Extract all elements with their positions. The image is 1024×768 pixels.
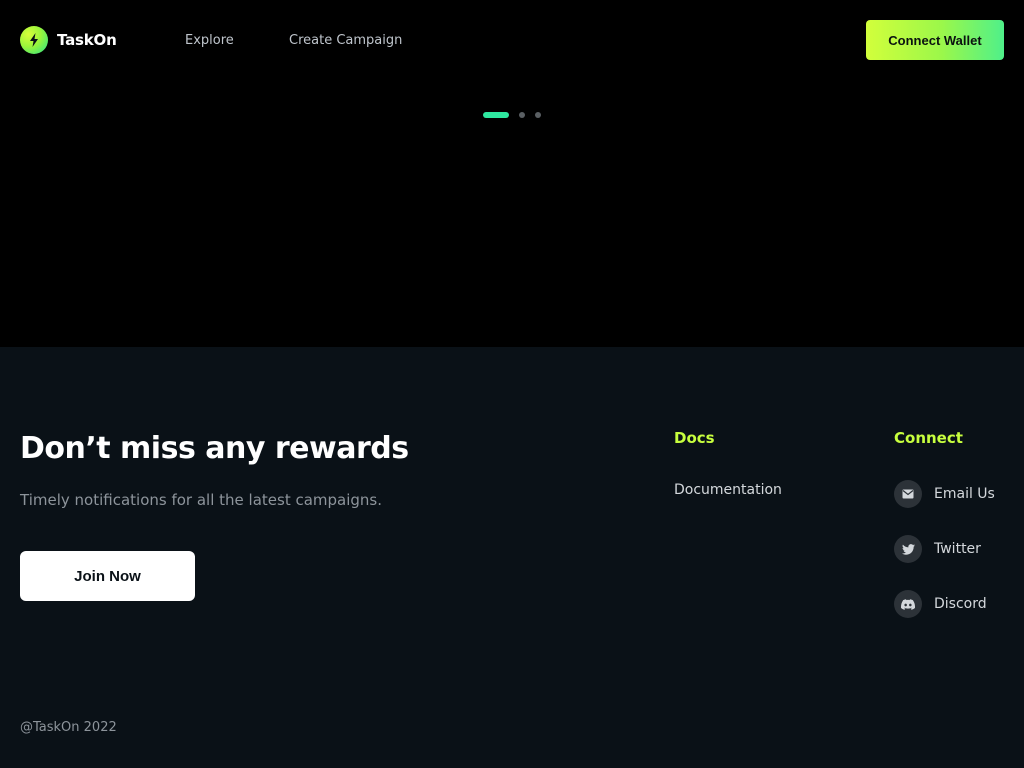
- logo[interactable]: TaskOn: [20, 26, 117, 54]
- footer: Don’t miss any rewards Timely notificati…: [0, 347, 1024, 768]
- twitter-link[interactable]: Twitter: [894, 535, 981, 563]
- email-us-label: Email Us: [934, 486, 995, 502]
- carousel-dot-1[interactable]: [483, 112, 509, 118]
- nav-explore[interactable]: Explore: [185, 33, 234, 48]
- documentation-link[interactable]: Documentation: [674, 482, 782, 498]
- carousel-indicator: [483, 112, 541, 118]
- join-now-button[interactable]: Join Now: [20, 551, 195, 601]
- connect-heading: Connect: [894, 429, 963, 447]
- discord-link[interactable]: Discord: [894, 590, 987, 618]
- carousel-dot-3[interactable]: [535, 112, 541, 118]
- twitter-label: Twitter: [934, 541, 981, 557]
- footer-subtext: Timely notifications for all the latest …: [20, 491, 383, 509]
- top-nav: TaskOn Explore Create Campaign Connect W…: [0, 0, 1024, 80]
- discord-label: Discord: [934, 596, 987, 612]
- connect-wallet-button[interactable]: Connect Wallet: [866, 20, 1004, 60]
- carousel-dot-2[interactable]: [519, 112, 525, 118]
- docs-heading: Docs: [674, 429, 715, 447]
- twitter-icon: [894, 535, 922, 563]
- email-us-link[interactable]: Email Us: [894, 480, 995, 508]
- email-icon: [894, 480, 922, 508]
- copyright: @TaskOn 2022: [20, 720, 117, 735]
- logo-text: TaskOn: [57, 31, 117, 49]
- footer-headline: Don’t miss any rewards: [20, 431, 409, 466]
- taskon-logo-icon: [20, 26, 48, 54]
- discord-icon: [894, 590, 922, 618]
- nav-create-campaign[interactable]: Create Campaign: [289, 33, 402, 48]
